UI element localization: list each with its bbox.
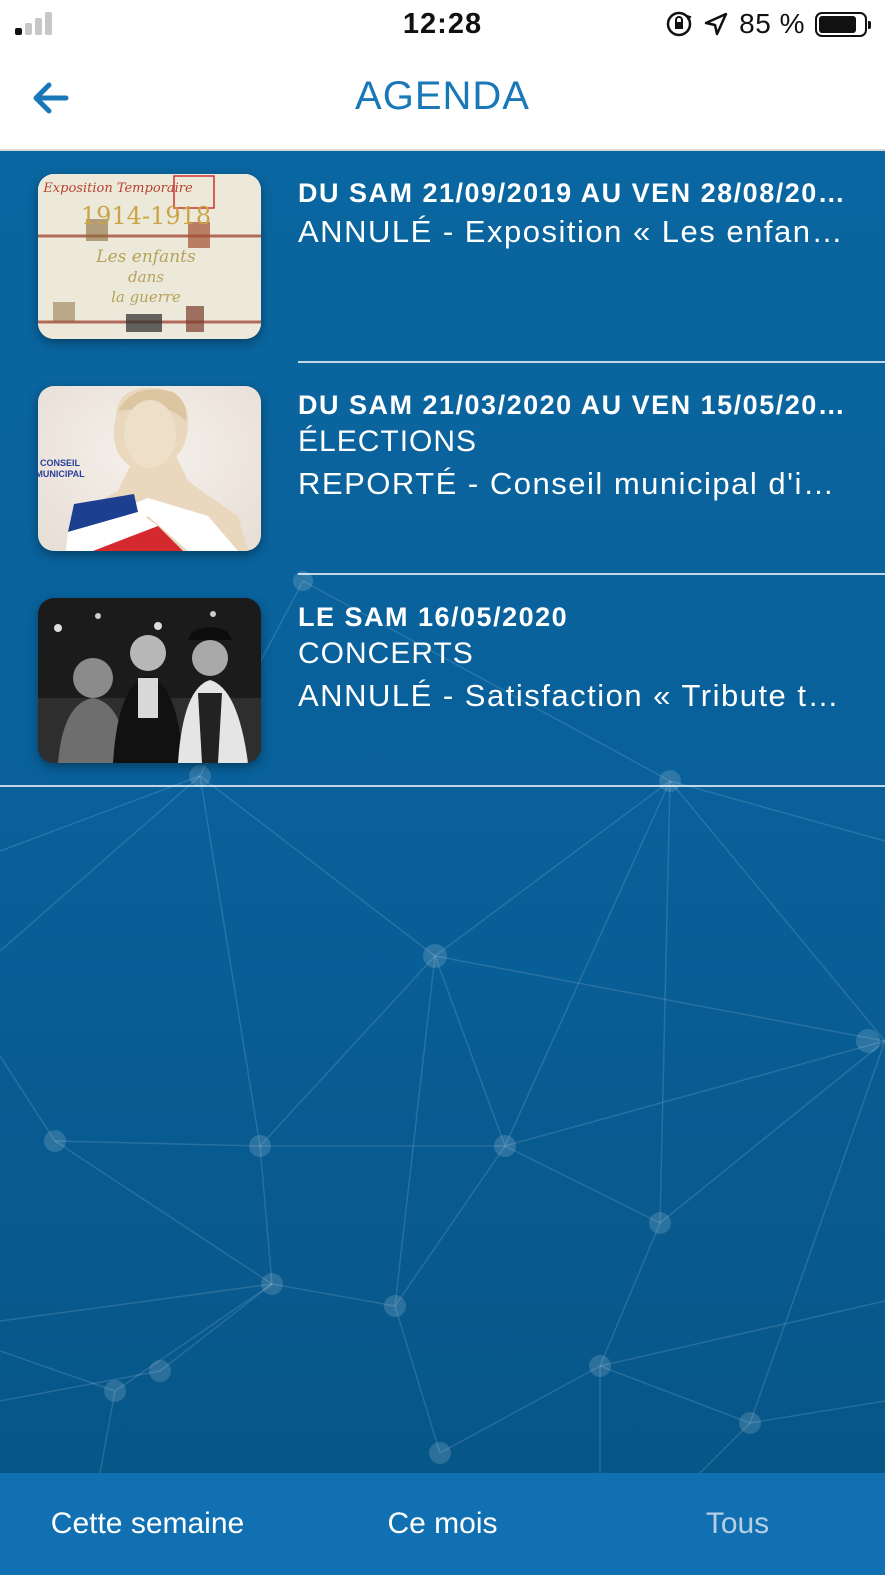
status-bar: 12:28 85 % — [0, 0, 885, 50]
event-item[interactable]: LE SAM 16/05/2020 CONCERTS ANNULÉ - Sati… — [0, 575, 885, 787]
event-title: REPORTÉ - Conseil municipal d'installati… — [298, 466, 848, 501]
event-title: ANNULÉ - Exposition « Les enfants dans l… — [298, 214, 848, 249]
band-photo-image — [38, 598, 261, 763]
event-list: Exposition Temporaire 1914-1918 Les enfa… — [0, 151, 885, 787]
event-date: LE SAM 16/05/2020 — [298, 602, 569, 632]
battery-percent: 85 % — [739, 8, 805, 39]
battery-icon — [815, 11, 871, 37]
poster-years: 1914-1918 — [81, 202, 211, 230]
status-indicators: 85 % — [665, 8, 871, 40]
event-category: ÉLECTIONS — [298, 425, 478, 458]
navigation-bar: AGENDA — [0, 50, 885, 151]
event-item[interactable]: Exposition Temporaire 1914-1918 Les enfa… — [0, 151, 885, 363]
event-title: ANNULÉ - Satisfaction « Tribute to The R… — [298, 678, 848, 713]
tab-ce-mois[interactable]: Ce mois — [295, 1473, 590, 1575]
marianne-bust-image: CONSEIL MUNICIPAL — [38, 386, 261, 551]
filter-tab-bar: Cette semaine Ce mois Tous — [0, 1473, 885, 1575]
poster-line1: Les enfants — [95, 247, 196, 267]
poster-line3: la guerre — [111, 288, 181, 306]
location-arrow-icon — [704, 12, 728, 36]
conseil-label-line1: CONSEIL — [40, 458, 81, 468]
poster-line2: dans — [128, 268, 164, 286]
exhibition-poster-image: Exposition Temporaire 1914-1918 Les enfa… — [38, 174, 261, 339]
event-thumbnail: CONSEIL MUNICIPAL — [38, 386, 261, 551]
event-date: DU SAM 21/09/2019 AU VEN 28/08/2020 — [298, 178, 848, 208]
tab-tous[interactable]: Tous — [590, 1473, 885, 1575]
event-date: DU SAM 21/03/2020 AU VEN 15/05/2020 — [298, 390, 848, 420]
poster-heading: Exposition Temporaire — [42, 181, 193, 196]
agenda-content[interactable]: Exposition Temporaire 1914-1918 Les enfa… — [0, 151, 885, 1473]
conseil-label-line2: MUNICIPAL — [38, 469, 85, 479]
rotation-lock-icon — [666, 11, 692, 37]
row-divider — [0, 785, 885, 787]
event-thumbnail: Exposition Temporaire 1914-1918 Les enfa… — [38, 174, 261, 339]
event-thumbnail — [38, 598, 261, 763]
event-category: CONCERTS — [298, 637, 474, 670]
event-item[interactable]: CONSEIL MUNICIPAL DU SAM 21/03/2020 AU V… — [0, 363, 885, 575]
page-title: AGENDA — [355, 74, 530, 118]
tab-cette-semaine[interactable]: Cette semaine — [0, 1473, 295, 1575]
